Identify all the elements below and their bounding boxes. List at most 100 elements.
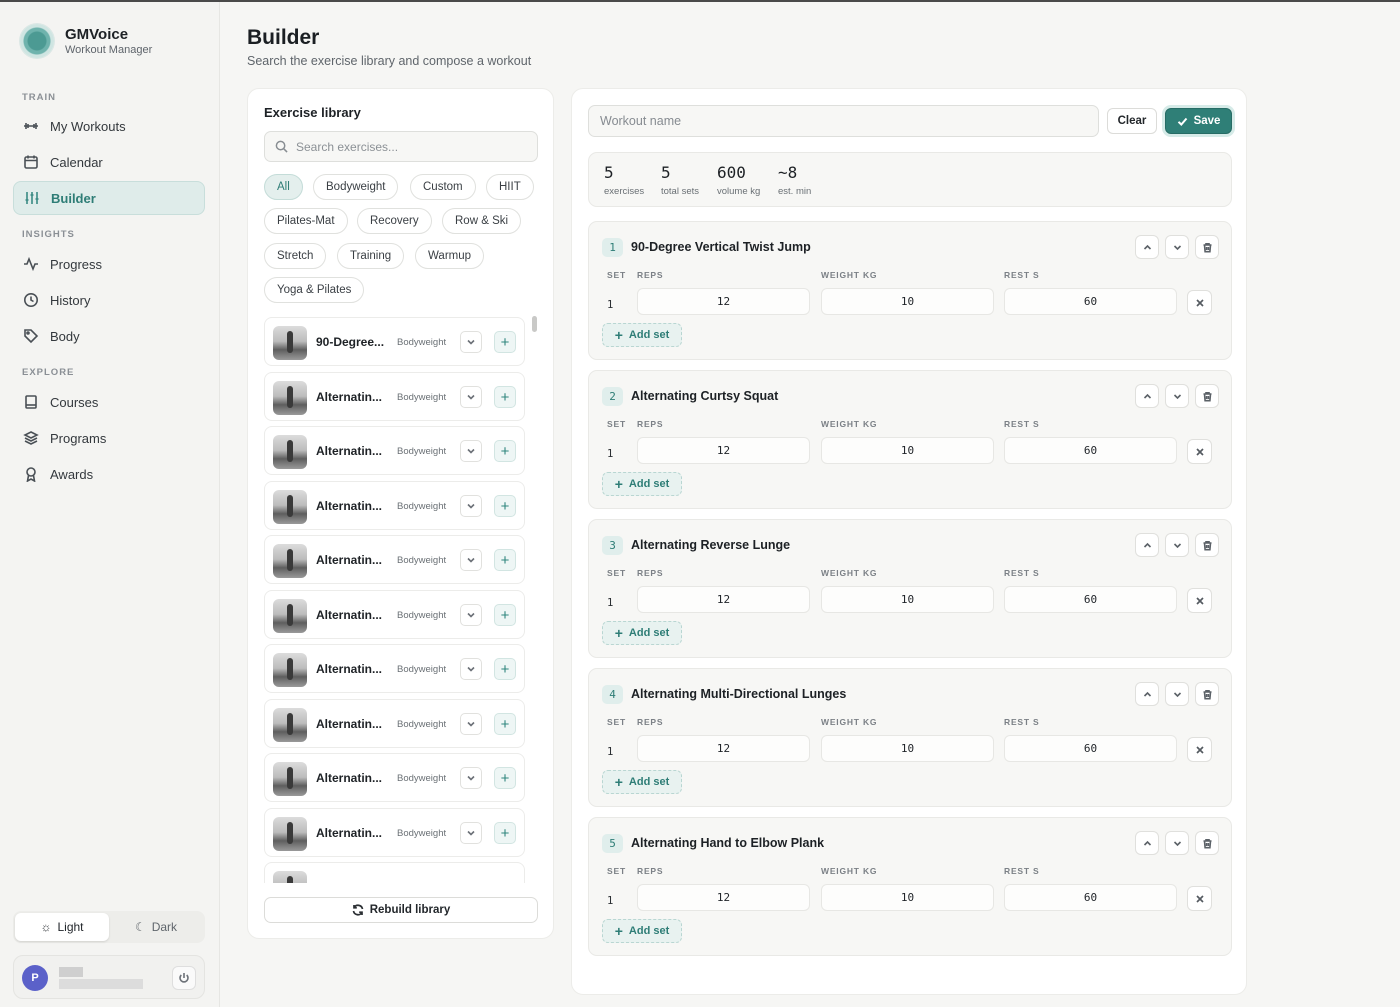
filter-chip-pilates-mat[interactable]: Pilates-Mat xyxy=(264,208,348,234)
sidebar-item-progress[interactable]: Progress xyxy=(13,247,205,281)
filter-chip-recovery[interactable]: Recovery xyxy=(357,208,432,234)
expand-button[interactable] xyxy=(460,386,482,408)
clear-button[interactable]: Clear xyxy=(1107,108,1157,134)
exercise-list[interactable]: 90-Degree... Bodyweight + Alternatin... … xyxy=(264,317,526,883)
reps-input[interactable] xyxy=(637,288,810,315)
sidebar-item-builder[interactable]: Builder xyxy=(13,181,205,215)
add-exercise-button[interactable]: + xyxy=(494,822,516,844)
move-down-button[interactable] xyxy=(1165,384,1189,408)
filter-chip-custom[interactable]: Custom xyxy=(410,174,476,200)
list-item[interactable]: Alternatin... Bodyweight + xyxy=(264,753,525,802)
move-up-button[interactable] xyxy=(1135,235,1159,259)
list-item-partial[interactable] xyxy=(264,862,525,883)
sidebar-item-courses[interactable]: Courses xyxy=(13,385,205,419)
expand-button[interactable] xyxy=(460,495,482,517)
delete-exercise-button[interactable] xyxy=(1195,831,1219,855)
delete-exercise-button[interactable] xyxy=(1195,384,1219,408)
filter-chip-row-ski[interactable]: Row & Ski xyxy=(442,208,522,234)
rest-input[interactable] xyxy=(1004,735,1177,762)
list-item[interactable]: Alternatin... Bodyweight + xyxy=(264,808,525,857)
list-item[interactable]: 90-Degree... Bodyweight + xyxy=(264,317,525,366)
sidebar-item-body[interactable]: Body xyxy=(13,319,205,353)
weight-input[interactable] xyxy=(821,884,994,911)
move-down-button[interactable] xyxy=(1165,235,1189,259)
expand-button[interactable] xyxy=(460,658,482,680)
weight-input[interactable] xyxy=(821,288,994,315)
add-exercise-button[interactable]: + xyxy=(494,549,516,571)
expand-button[interactable] xyxy=(460,440,482,462)
add-exercise-button[interactable]: + xyxy=(494,767,516,789)
add-set-button[interactable]: + Add set xyxy=(602,472,682,496)
remove-set-button[interactable] xyxy=(1187,290,1212,315)
delete-exercise-button[interactable] xyxy=(1195,533,1219,557)
list-item[interactable]: Alternatin... Bodyweight + xyxy=(264,590,525,639)
list-item[interactable]: Alternatin... Bodyweight + xyxy=(264,699,525,748)
save-button[interactable]: Save xyxy=(1165,108,1232,134)
filter-chip-training[interactable]: Training xyxy=(337,243,405,269)
logout-button[interactable] xyxy=(172,966,196,990)
weight-input[interactable] xyxy=(821,586,994,613)
reps-input[interactable] xyxy=(637,586,810,613)
sidebar-item-awards[interactable]: Awards xyxy=(13,457,205,491)
rest-input[interactable] xyxy=(1004,437,1177,464)
expand-button[interactable] xyxy=(460,822,482,844)
add-exercise-button[interactable]: + xyxy=(494,386,516,408)
move-up-button[interactable] xyxy=(1135,831,1159,855)
move-down-button[interactable] xyxy=(1165,831,1189,855)
list-item[interactable]: Alternatin... Bodyweight + xyxy=(264,535,525,584)
expand-button[interactable] xyxy=(460,604,482,626)
filter-chip-hiit[interactable]: HIIT xyxy=(486,174,534,200)
expand-button[interactable] xyxy=(460,331,482,353)
delete-exercise-button[interactable] xyxy=(1195,682,1219,706)
rest-input[interactable] xyxy=(1004,288,1177,315)
add-exercise-button[interactable]: + xyxy=(494,495,516,517)
reps-input[interactable] xyxy=(637,735,810,762)
weight-input[interactable] xyxy=(821,437,994,464)
workout-name-input[interactable] xyxy=(588,105,1099,137)
list-item[interactable]: Alternatin... Bodyweight + xyxy=(264,644,525,693)
add-exercise-button[interactable]: + xyxy=(494,713,516,735)
filter-chip-stretch[interactable]: Stretch xyxy=(264,243,327,269)
move-up-button[interactable] xyxy=(1135,533,1159,557)
sidebar-item-my-workouts[interactable]: My Workouts xyxy=(13,109,205,143)
sidebar-item-calendar[interactable]: Calendar xyxy=(13,145,205,179)
filter-chip-all[interactable]: All xyxy=(264,174,303,200)
add-exercise-button[interactable]: + xyxy=(494,440,516,462)
add-set-button[interactable]: + Add set xyxy=(602,621,682,645)
rest-input[interactable] xyxy=(1004,586,1177,613)
list-item[interactable]: Alternatin... Bodyweight + xyxy=(264,372,525,421)
search-input[interactable] xyxy=(296,139,526,154)
sidebar-item-programs[interactable]: Programs xyxy=(13,421,205,455)
reps-input[interactable] xyxy=(637,884,810,911)
remove-set-button[interactable] xyxy=(1187,886,1212,911)
move-up-button[interactable] xyxy=(1135,384,1159,408)
rest-input[interactable] xyxy=(1004,884,1177,911)
filter-chip-yoga-pilates[interactable]: Yoga & Pilates xyxy=(264,277,365,303)
move-down-button[interactable] xyxy=(1165,533,1189,557)
add-exercise-button[interactable]: + xyxy=(494,658,516,680)
move-up-button[interactable] xyxy=(1135,682,1159,706)
move-down-button[interactable] xyxy=(1165,682,1189,706)
add-set-button[interactable]: + Add set xyxy=(602,323,682,347)
add-exercise-button[interactable]: + xyxy=(494,331,516,353)
add-set-button[interactable]: + Add set xyxy=(602,919,682,943)
remove-set-button[interactable] xyxy=(1187,737,1212,762)
add-set-button[interactable]: + Add set xyxy=(602,770,682,794)
remove-set-button[interactable] xyxy=(1187,588,1212,613)
list-item[interactable]: Alternatin... Bodyweight + xyxy=(264,481,525,530)
rebuild-library-button[interactable]: Rebuild library xyxy=(264,897,538,923)
expand-button[interactable] xyxy=(460,549,482,571)
library-scrollbar[interactable] xyxy=(532,316,537,332)
list-item[interactable]: Alternatin... Bodyweight + xyxy=(264,426,525,475)
theme-dark-button[interactable]: ☾ Dark xyxy=(109,913,203,941)
weight-input[interactable] xyxy=(821,735,994,762)
filter-chip-bodyweight[interactable]: Bodyweight xyxy=(313,174,399,200)
add-exercise-button[interactable]: + xyxy=(494,604,516,626)
remove-set-button[interactable] xyxy=(1187,439,1212,464)
brand[interactable]: GMVoice Workout Manager xyxy=(20,24,152,58)
delete-exercise-button[interactable] xyxy=(1195,235,1219,259)
expand-button[interactable] xyxy=(460,767,482,789)
user-card[interactable]: P xyxy=(13,955,205,999)
reps-input[interactable] xyxy=(637,437,810,464)
sidebar-item-history[interactable]: History xyxy=(13,283,205,317)
